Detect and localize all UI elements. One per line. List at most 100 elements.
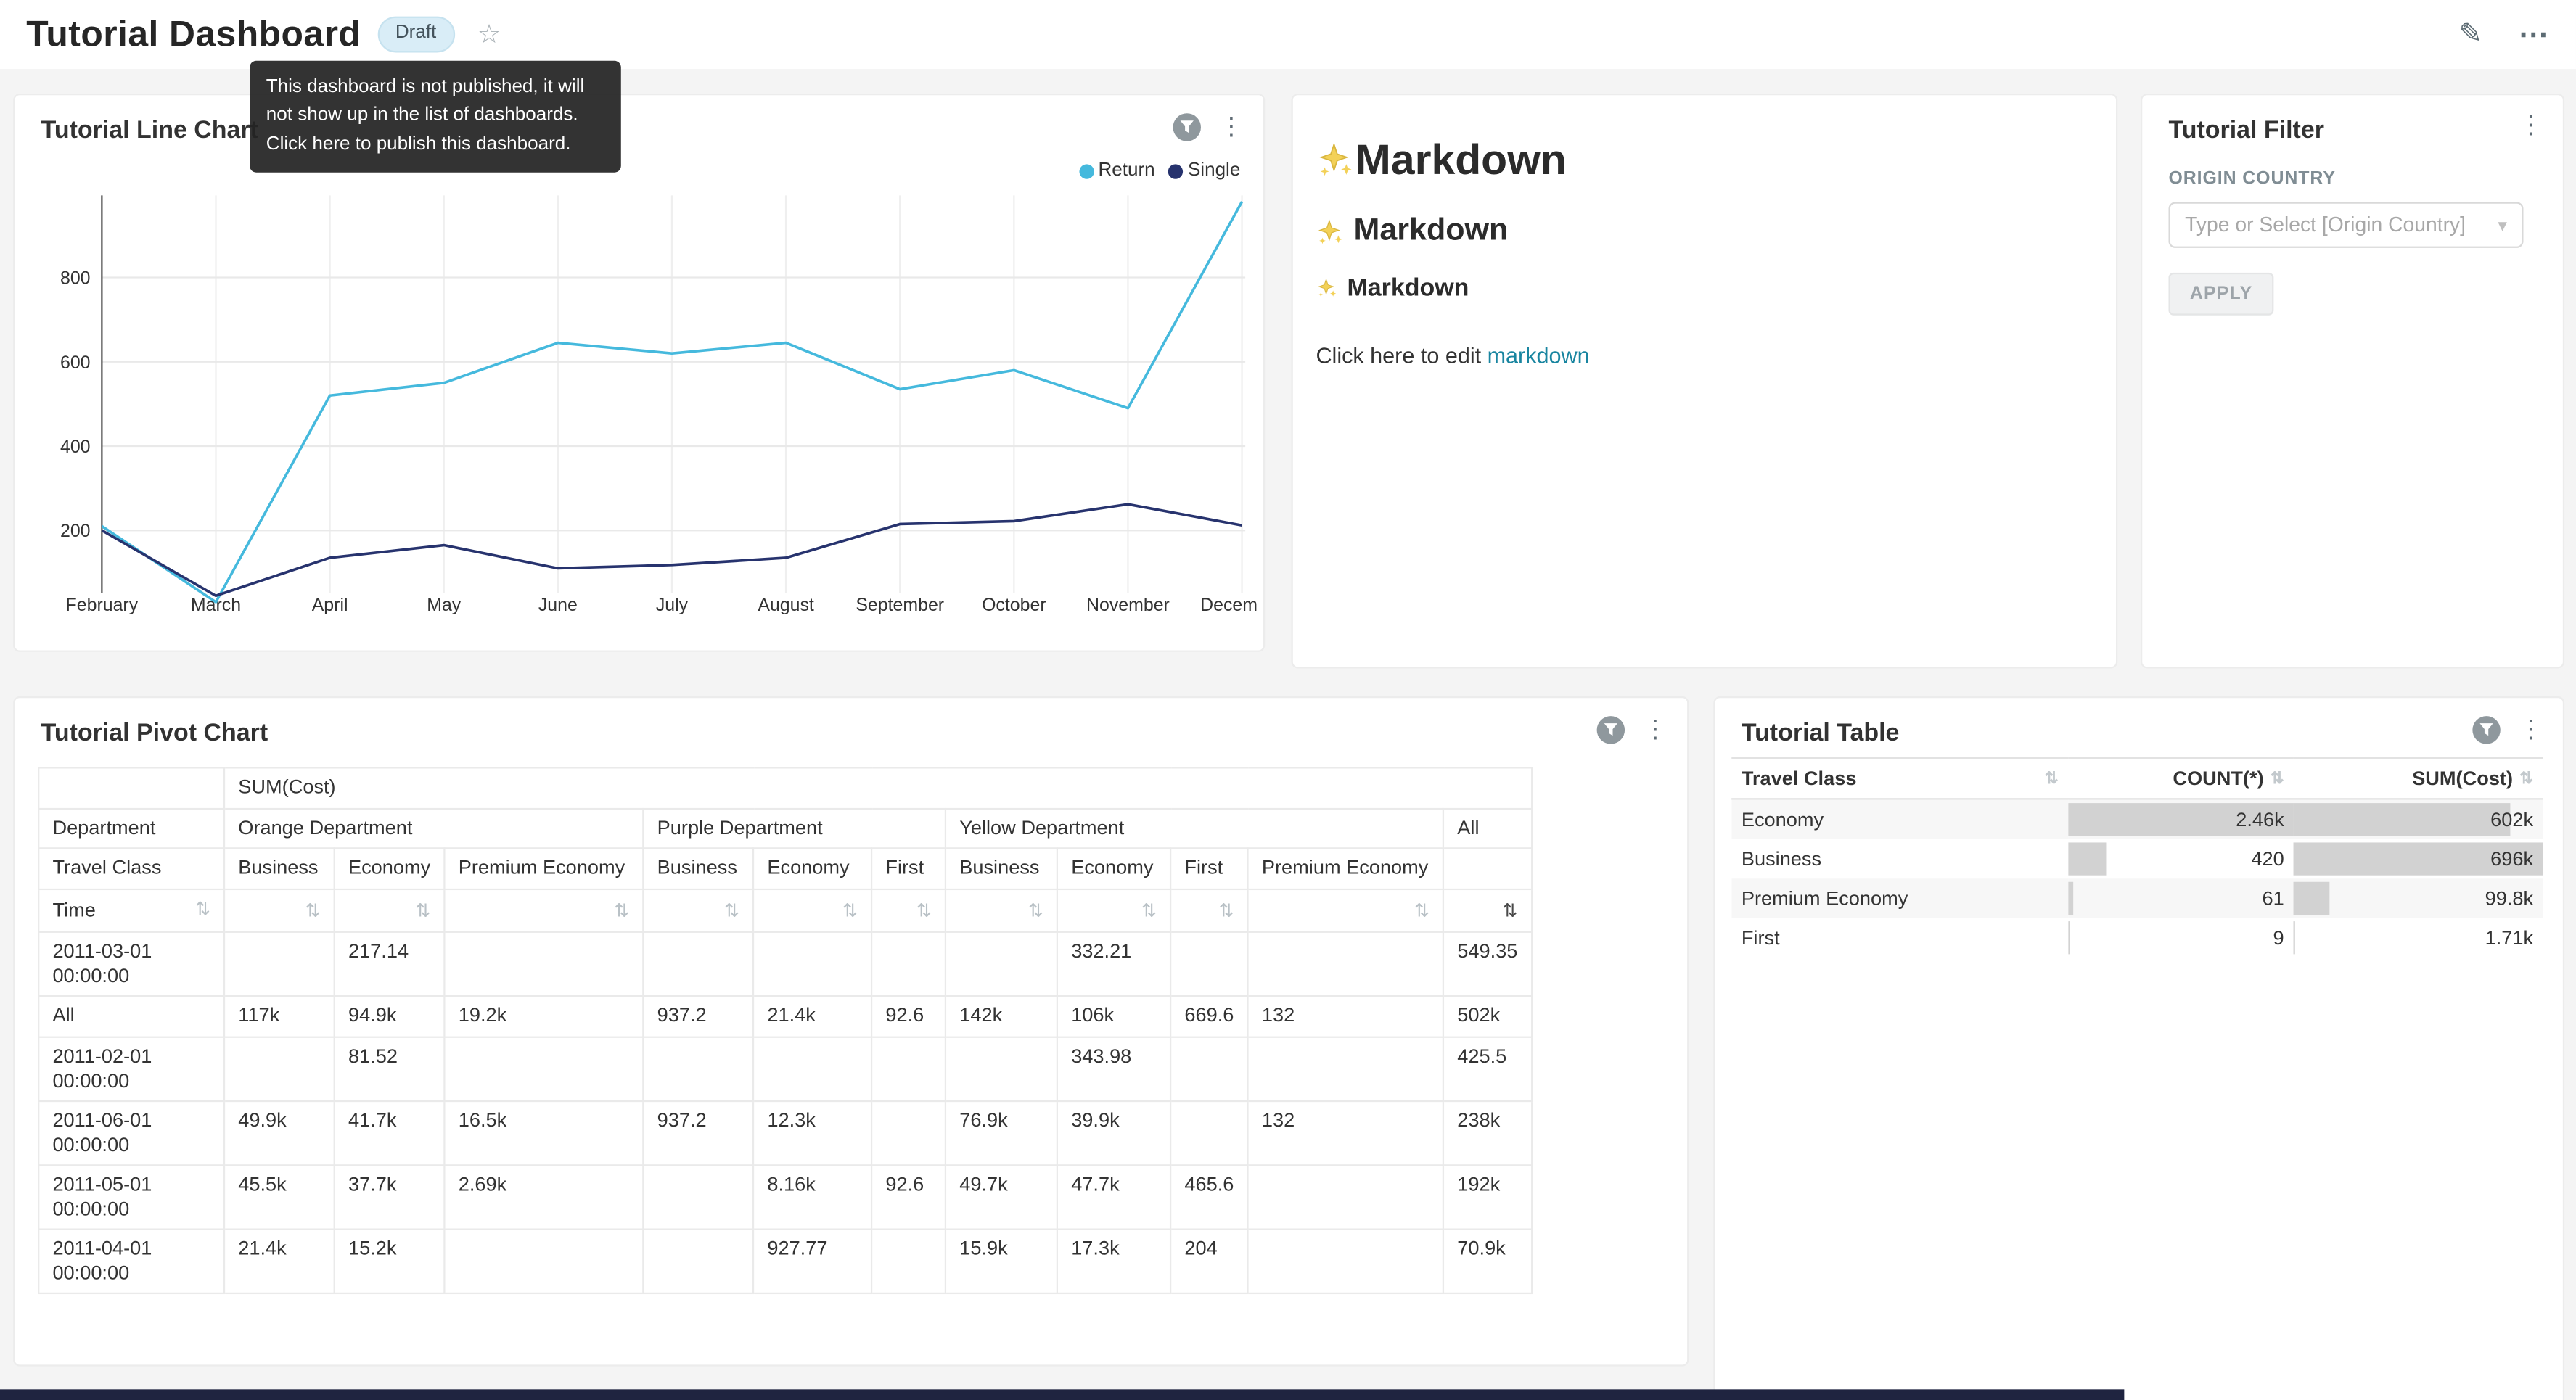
markdown-edit-link[interactable]: markdown bbox=[1488, 343, 1590, 368]
sort-icon[interactable]: ⇅ bbox=[2271, 770, 2284, 788]
value-bar bbox=[2068, 882, 2074, 915]
pivot-cell bbox=[444, 1230, 643, 1293]
draft-status-badge[interactable]: Draft bbox=[377, 17, 454, 52]
sort-icon[interactable]: ⇅ bbox=[614, 901, 629, 921]
pivot-cell: 238k bbox=[1443, 1101, 1532, 1165]
sort-icon[interactable]: ⇅ bbox=[415, 901, 430, 921]
pivot-card-title: Tutorial Pivot Chart bbox=[41, 720, 268, 747]
unpublished-tooltip[interactable]: This dashboard is not published, it will… bbox=[250, 61, 621, 172]
pivot-row-header: 2011-06-0100:00:00 bbox=[38, 1101, 224, 1165]
kebab-menu-icon[interactable]: ⋮ bbox=[2519, 717, 2543, 742]
apply-button[interactable]: APPLY bbox=[2168, 273, 2273, 316]
kebab-menu-icon[interactable]: ⋮ bbox=[1643, 717, 1668, 742]
pivot-cell: 192k bbox=[1443, 1165, 1532, 1229]
table-row[interactable]: Premium Economy6199.8k bbox=[1731, 878, 2543, 918]
edit-dashboard-icon[interactable]: ✎ bbox=[2459, 18, 2482, 51]
pivot-chart-card: Tutorial Pivot Chart ⋮ SUM(Cost)Departme… bbox=[13, 696, 1689, 1367]
pivot-cell: 927.77 bbox=[753, 1230, 871, 1293]
pivot-cell bbox=[643, 933, 753, 997]
pivot-cell: 49.9k bbox=[224, 1101, 335, 1165]
markdown-h1-text: Markdown bbox=[1355, 135, 1567, 186]
table-column-header[interactable]: SUM(Cost)⇅ bbox=[2294, 758, 2543, 799]
pivot-row: 2011-04-0100:00:0021.4k15.2k927.7715.9k1… bbox=[38, 1230, 1531, 1293]
pivot-cell bbox=[643, 1165, 753, 1229]
pivot-cell: 132 bbox=[1248, 1101, 1443, 1165]
pivot-cell bbox=[871, 1037, 946, 1101]
svg-text:400: 400 bbox=[60, 437, 91, 457]
sort-icon[interactable]: ⇅ bbox=[1414, 901, 1429, 921]
table-cell: 420 bbox=[2068, 839, 2294, 878]
sort-icon[interactable]: ⇅ bbox=[195, 899, 210, 922]
pivot-cell: 81.52 bbox=[335, 1037, 445, 1101]
table-row[interactable]: Economy2.46k602k bbox=[1731, 799, 2543, 839]
table-column-header[interactable]: COUNT(*)⇅ bbox=[2068, 758, 2294, 799]
svg-text:September: September bbox=[856, 595, 944, 615]
pivot-cell: 332.21 bbox=[1057, 933, 1170, 997]
filter-indicator-icon[interactable] bbox=[2472, 716, 2500, 744]
filter-indicator-icon[interactable] bbox=[1597, 716, 1625, 744]
sort-icon[interactable]: ⇅ bbox=[1028, 901, 1043, 921]
filter-card: Tutorial Filter ⋮ ORIGIN COUNTRY Type or… bbox=[2141, 94, 2564, 668]
svg-text:600: 600 bbox=[60, 353, 91, 373]
pivot-header-cell: ⇅ bbox=[643, 889, 753, 932]
sort-icon[interactable]: ⇅ bbox=[1503, 901, 1518, 921]
pivot-cell: 465.6 bbox=[1170, 1165, 1247, 1229]
pivot-cell bbox=[871, 1101, 946, 1165]
table-cell: 9 bbox=[2068, 918, 2294, 958]
pivot-row: 2011-05-0100:00:0045.5k37.7k2.69k8.16k92… bbox=[38, 1165, 1531, 1229]
table-row[interactable]: First91.71k bbox=[1731, 918, 2543, 958]
sort-icon[interactable]: ⇅ bbox=[1219, 901, 1234, 921]
pivot-row: 2011-03-0100:00:00217.14332.21549.35 bbox=[38, 933, 1531, 997]
pivot-cell: 21.4k bbox=[224, 1230, 335, 1293]
kebab-menu-icon[interactable]: ⋮ bbox=[1219, 115, 1244, 139]
pivot-cell bbox=[444, 933, 643, 997]
line-chart-plot[interactable]: 200400600800FebruaryMarchAprilMayJuneJul… bbox=[28, 186, 1256, 621]
table-row[interactable]: Business420696k bbox=[1731, 839, 2543, 878]
pivot-cell: 37.7k bbox=[335, 1165, 445, 1229]
dashboard-header: Tutorial Dashboard Draft ☆ ✎ ⋯ bbox=[0, 0, 2576, 69]
table-column-header[interactable]: Travel Class⇅ bbox=[1731, 758, 2068, 799]
pivot-cell: 937.2 bbox=[643, 1101, 753, 1165]
pivot-cell: 549.35 bbox=[1443, 933, 1532, 997]
legend-item-return[interactable]: Return bbox=[1078, 161, 1154, 181]
sort-icon[interactable]: ⇅ bbox=[842, 901, 858, 921]
pivot-cell bbox=[224, 1037, 335, 1101]
sort-icon[interactable]: ⇅ bbox=[1141, 901, 1157, 921]
pivot-header-cell: Purple Department bbox=[643, 808, 946, 849]
sort-icon[interactable]: ⇅ bbox=[724, 901, 739, 921]
line-chart-card: Tutorial Line Chart ⋮ Return Single 2004… bbox=[13, 94, 1265, 652]
pivot-cell: 142k bbox=[946, 997, 1057, 1037]
pivot-cell: 343.98 bbox=[1057, 1037, 1170, 1101]
sparkles-icon bbox=[1316, 278, 1337, 299]
sort-icon[interactable]: ⇅ bbox=[2045, 770, 2059, 788]
svg-text:April: April bbox=[312, 595, 348, 615]
svg-text:May: May bbox=[427, 595, 462, 615]
sort-icon[interactable]: ⇅ bbox=[305, 901, 321, 921]
pivot-header-cell: Economy bbox=[335, 849, 445, 889]
pivot-cell: 425.5 bbox=[1443, 1037, 1532, 1101]
sort-icon[interactable]: ⇅ bbox=[916, 901, 932, 921]
favorite-star-icon[interactable]: ☆ bbox=[477, 18, 501, 51]
svg-text:August: August bbox=[758, 595, 814, 615]
pivot-cell: 12.3k bbox=[753, 1101, 871, 1165]
origin-country-select[interactable]: Type or Select [Origin Country] ▾ bbox=[2168, 202, 2523, 247]
pivot-header-cell: ⇅ bbox=[1057, 889, 1170, 932]
data-table: Travel Class⇅COUNT(*)⇅SUM(Cost)⇅ Economy… bbox=[1731, 757, 2543, 958]
pivot-cell bbox=[1248, 1230, 1443, 1293]
pivot-cell: 117k bbox=[224, 997, 335, 1037]
markdown-h3-text: Markdown bbox=[1347, 274, 1469, 302]
table-cell: 1.71k bbox=[2294, 918, 2543, 958]
svg-text:February: February bbox=[66, 595, 139, 615]
kebab-menu-icon[interactable]: ⋮ bbox=[2519, 113, 2543, 138]
filter-indicator-icon[interactable] bbox=[1173, 113, 1200, 141]
svg-text:July: July bbox=[656, 595, 689, 615]
sort-icon[interactable]: ⇅ bbox=[2519, 770, 2533, 788]
pivot-cell bbox=[444, 1037, 643, 1101]
pivot-row-header: 2011-05-0100:00:00 bbox=[38, 1165, 224, 1229]
pivot-header-cell: ⇅ bbox=[444, 889, 643, 932]
table-card: Tutorial Table ⋮ Travel Class⇅COUNT(*)⇅S… bbox=[1713, 696, 2564, 1400]
more-menu-icon[interactable]: ⋯ bbox=[2519, 17, 2550, 52]
markdown-h3: Markdown bbox=[1316, 274, 2093, 302]
table-card-title: Tutorial Table bbox=[1742, 720, 1900, 747]
legend-item-single[interactable]: Single bbox=[1168, 161, 1241, 181]
